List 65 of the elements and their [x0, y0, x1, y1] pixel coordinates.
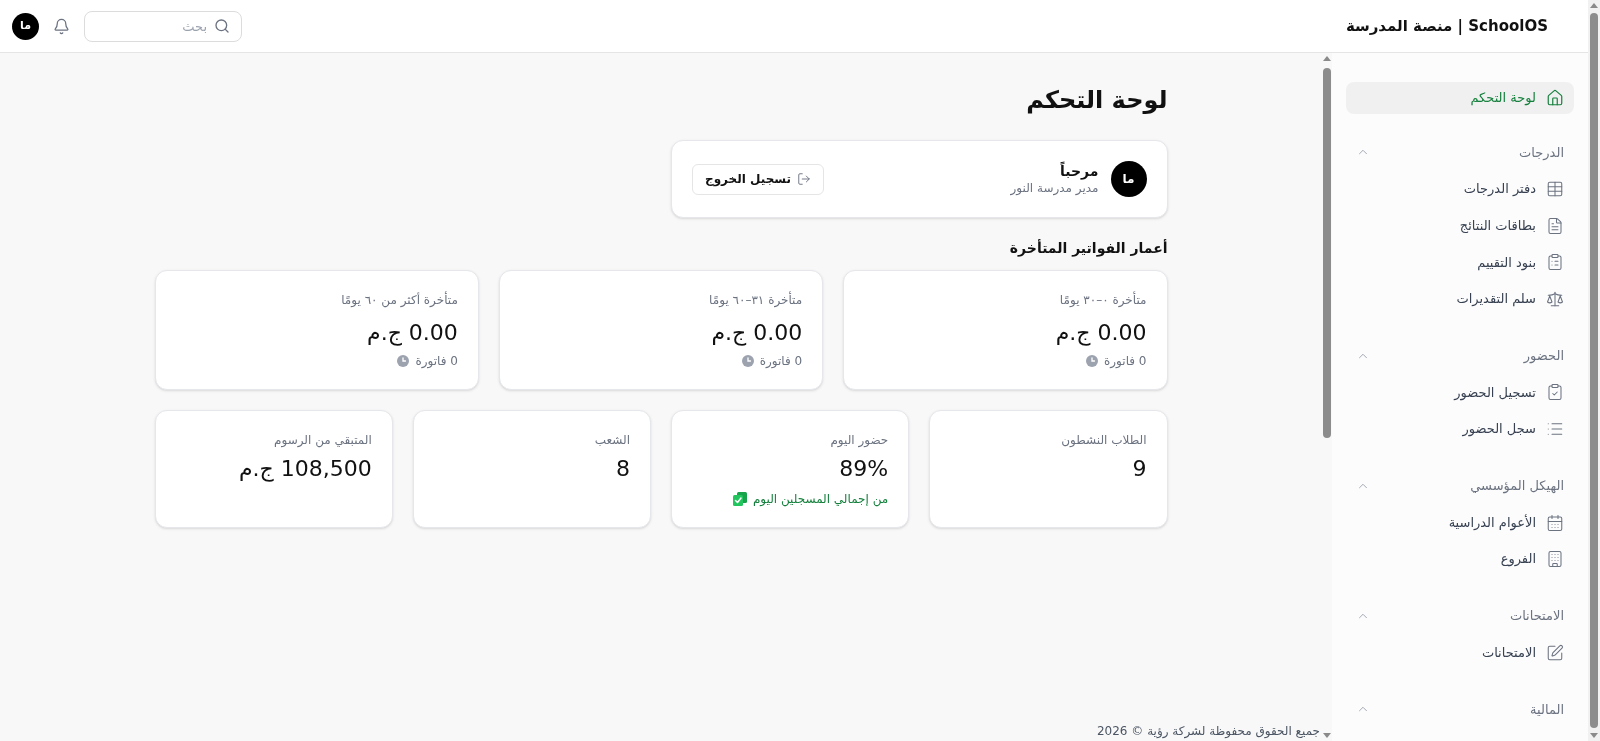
stat-label: حضور اليوم: [829, 432, 889, 449]
sidebar-item[interactable]: لوحة التحكم: [1346, 82, 1574, 114]
amount-value: 0.00 ج.م: [366, 319, 458, 348]
sidebar-item[interactable]: بطاقات النتائج: [1346, 207, 1574, 245]
scrollbar-thumb[interactable]: [1590, 13, 1598, 728]
clipboard-check-icon: [1546, 383, 1564, 402]
greeting-text: مرحباً: [1059, 162, 1099, 180]
section-title: أعمار الفواتير المتأخرة: [1008, 238, 1168, 258]
logout-icon: [797, 172, 811, 186]
user-avatar: ما: [1110, 161, 1147, 197]
sidebar-item[interactable]: الأعوام الدراسية: [1346, 504, 1574, 541]
invoice-count: 0 فاتورة: [415, 353, 458, 369]
amount-value: 0.00 ج.م: [710, 319, 803, 348]
scroll-up-arrow-icon[interactable]: [1590, 3, 1598, 8]
user-avatar[interactable]: ما: [12, 12, 39, 40]
sidebar-section-header[interactable]: المالية: [1346, 690, 1574, 728]
house-icon: [1546, 89, 1564, 107]
sidebar-item[interactable]: دفتر الدرجات: [1346, 170, 1574, 208]
footer-text: جميع الحقوق محفوظة لشركة رؤية © 2026: [1096, 723, 1320, 739]
amount-value: 0.00 ج.م: [1054, 319, 1147, 348]
stat-value: 89%: [838, 455, 889, 483]
search-icon: [214, 18, 230, 34]
clock-icon: [397, 355, 410, 367]
card-label: متأخرة ٣١–٦٠ يومًا: [708, 291, 803, 309]
sidebar-item[interactable]: سلم التقديرات: [1346, 280, 1574, 318]
stat-note: من إجمالي المسجلين اليوم: [752, 491, 889, 507]
card-label: متأخرة أكثر من ٦٠ يومًا: [340, 291, 458, 309]
bell-icon[interactable]: [53, 17, 70, 35]
scale-icon: [1546, 290, 1564, 309]
scroll-down-arrow-icon[interactable]: [1590, 733, 1598, 738]
sidebar-item[interactable]: بنود التقييم: [1346, 244, 1574, 281]
invoice-count: 0 فاتورة: [759, 353, 803, 369]
clipboard-list-icon: [1546, 253, 1564, 272]
stat-value: 108,500 ج.م: [237, 455, 372, 484]
sidebar-section-header[interactable]: الهيكل المؤسسي: [1346, 467, 1574, 505]
stat-label: الطلاب النشطون: [1060, 432, 1147, 449]
invoice-count: 0 فاتورة: [1104, 353, 1147, 369]
sidebar-item[interactable]: الفروع: [1346, 540, 1574, 578]
search-field[interactable]: بحث: [84, 10, 242, 42]
page-title: لوحة التحكم: [1025, 85, 1168, 116]
stat-value: 8: [615, 455, 630, 483]
sidebar-item[interactable]: سجل الحضور: [1346, 410, 1574, 448]
stat-value: 9: [1131, 455, 1147, 483]
card-label: متأخرة ٠–٣٠ يومًا: [1058, 291, 1147, 309]
document-icon: [1546, 216, 1564, 235]
calendar-icon: [1546, 513, 1564, 532]
role-text: مدير مدرسة النور: [1010, 180, 1099, 196]
app-title: SchoolOS | منصة المدرسة: [1345, 15, 1548, 37]
clock-icon: [1086, 355, 1099, 367]
table-icon: [1546, 180, 1564, 199]
scroll-up-arrow-icon[interactable]: [1323, 56, 1331, 61]
sidebar-item[interactable]: تسجيل الحضور: [1346, 374, 1574, 411]
sidebar-section-header[interactable]: الحضور: [1346, 337, 1574, 375]
scrollbar-thumb[interactable]: [1323, 68, 1331, 438]
clock-icon: [741, 355, 754, 367]
pencil-square-icon: [1546, 643, 1564, 662]
stat-label: الشعب: [593, 432, 630, 449]
clipboard-check-icon: [732, 492, 747, 506]
sidebar-section-header[interactable]: الدرجات: [1346, 134, 1574, 171]
stat-label: المتبقي من الرسوم: [273, 432, 372, 449]
building-icon: [1546, 550, 1564, 569]
scroll-down-arrow-icon[interactable]: [1323, 733, 1331, 738]
sidebar-item[interactable]: الامتحانات: [1346, 634, 1574, 671]
sidebar-section-header[interactable]: الامتحانات: [1346, 597, 1574, 635]
logout-button[interactable]: تسجيل الخروج: [692, 163, 824, 195]
